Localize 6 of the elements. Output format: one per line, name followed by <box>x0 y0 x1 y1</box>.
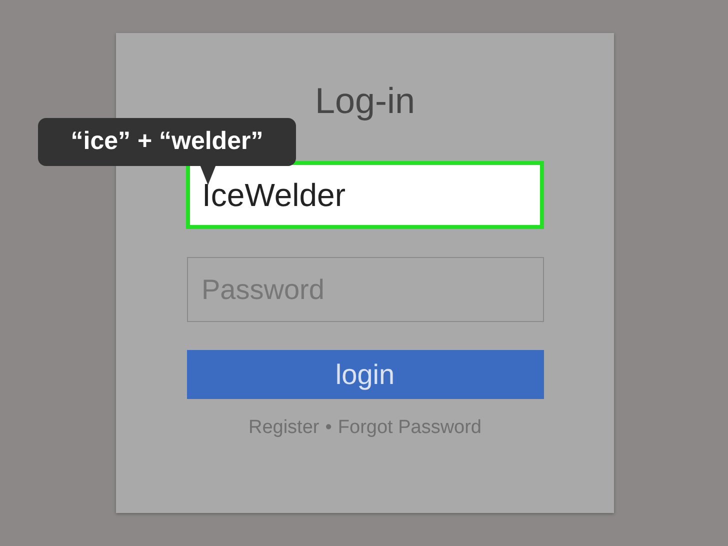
login-title: Log-in <box>314 83 416 119</box>
link-separator: • <box>325 416 332 440</box>
login-button[interactable]: login <box>186 350 544 399</box>
username-field[interactable]: IceWelder <box>186 161 544 229</box>
account-link[interactable]: Forgot Password <box>338 414 482 442</box>
account-link[interactable]: Register <box>248 414 320 442</box>
